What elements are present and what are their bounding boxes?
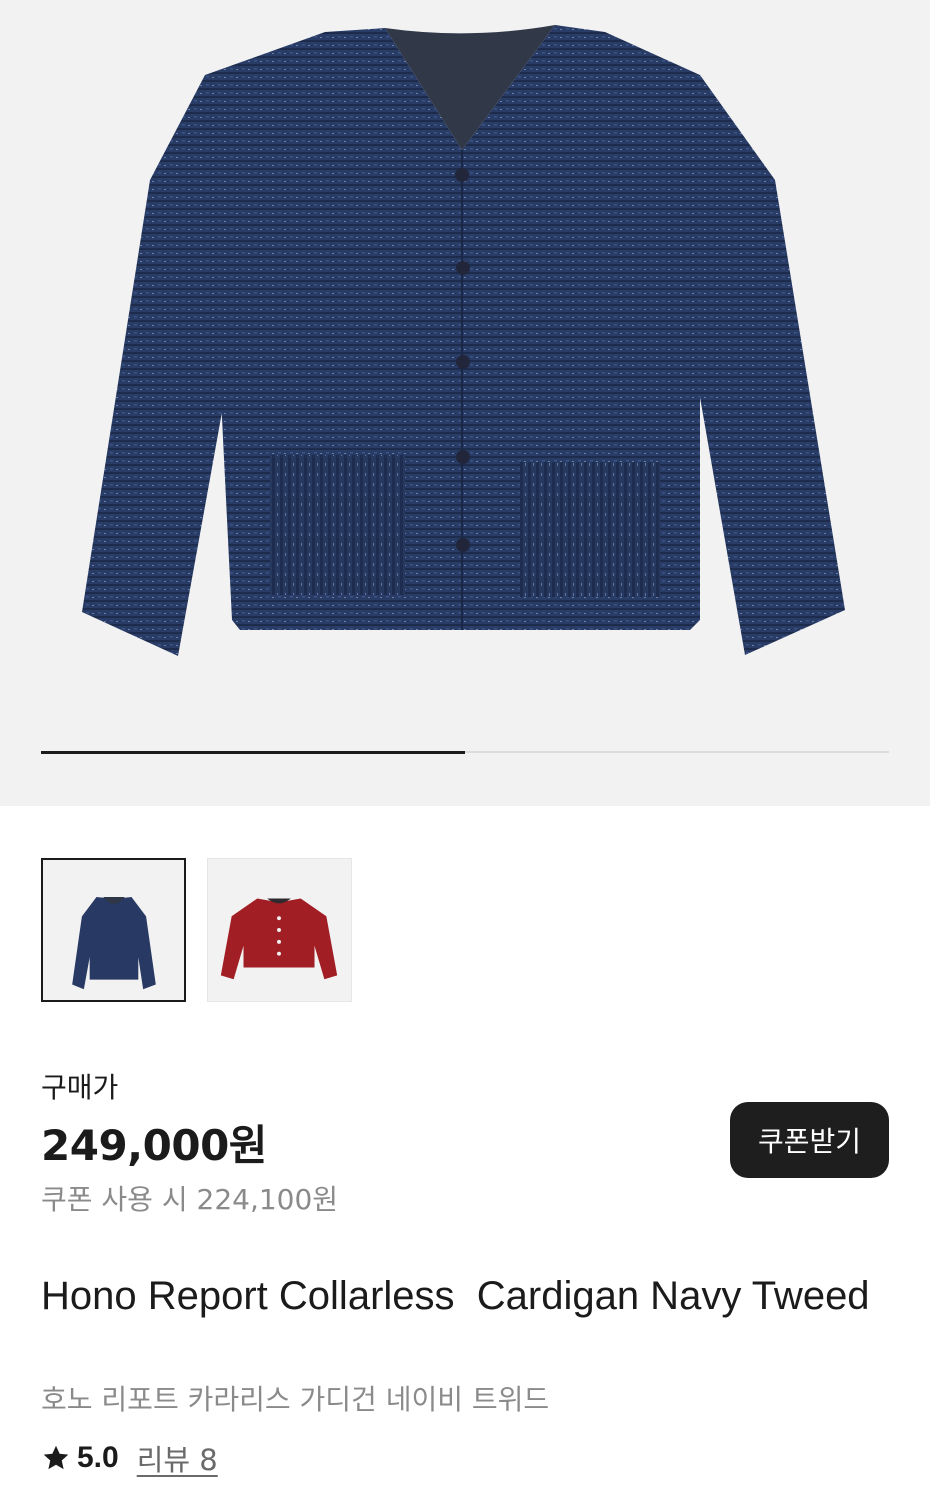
product-image-gallery[interactable] bbox=[0, 0, 930, 806]
thumbnail-navy[interactable] bbox=[41, 858, 186, 1002]
product-title: Hono Report Collarless Cardigan Navy Twe… bbox=[41, 1274, 870, 1318]
get-coupon-button[interactable]: 쿠폰받기 bbox=[730, 1102, 889, 1178]
review-count-link[interactable]: 리뷰 8 bbox=[137, 1437, 218, 1479]
carousel-progress-track bbox=[41, 750, 889, 754]
thumbnail-red[interactable] bbox=[207, 858, 352, 1002]
cardigan-thumbnail-image bbox=[72, 896, 156, 990]
product-image bbox=[82, 25, 845, 656]
cardigan-thumbnail-image bbox=[220, 898, 338, 980]
rating-value: 5.0 bbox=[77, 1441, 119, 1474]
variant-thumbnails bbox=[41, 858, 352, 1002]
coupon-price-text: 쿠폰 사용 시 224,100원 bbox=[41, 1183, 339, 1216]
rating-summary: 5.0 리뷰 8 bbox=[41, 1436, 218, 1480]
carousel-progress-fill bbox=[41, 750, 465, 754]
price-label: 구매가 bbox=[41, 1071, 119, 1104]
product-subtitle: 호노 리포트 카라리스 가디건 네이비 트위드 bbox=[41, 1383, 550, 1416]
product-price: 249,000원 bbox=[41, 1121, 267, 1170]
star-icon bbox=[43, 1445, 69, 1470]
